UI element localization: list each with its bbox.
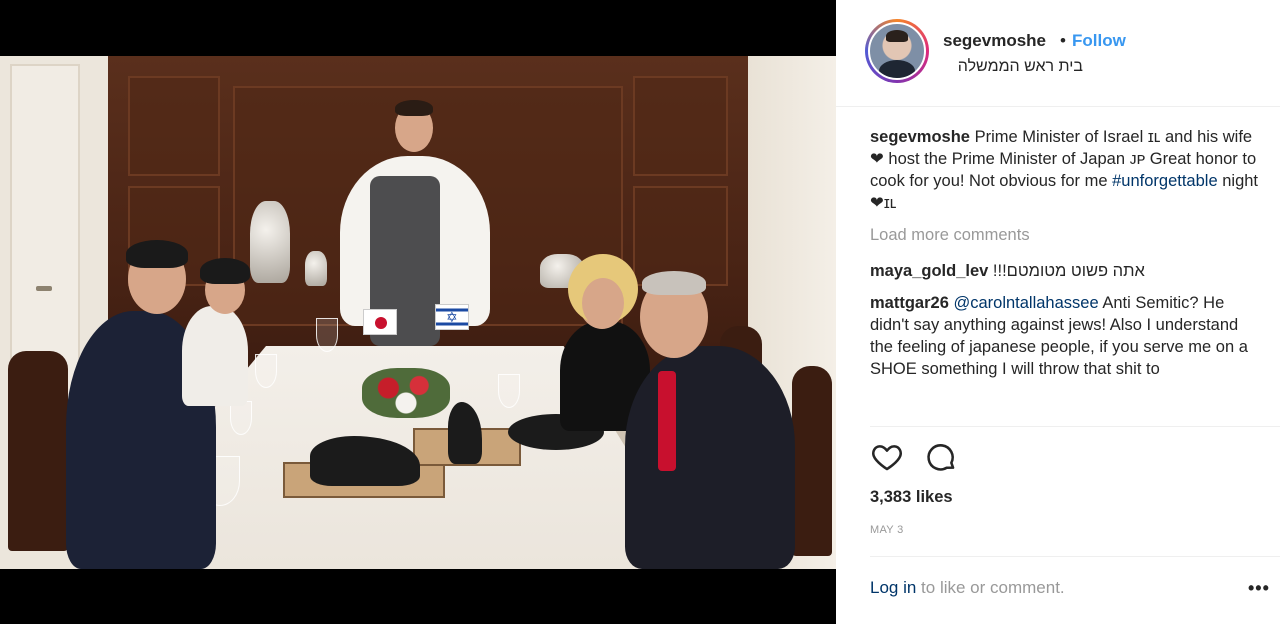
more-options-icon[interactable]: ••• bbox=[1248, 578, 1270, 599]
login-prompt-text: to like or comment. bbox=[916, 578, 1065, 597]
photo-silver-urn bbox=[250, 201, 290, 283]
caption-username[interactable]: segevmoshe bbox=[870, 128, 970, 146]
comment-bubble-icon[interactable] bbox=[924, 440, 958, 474]
comment-username[interactable]: maya_gold_lev bbox=[870, 262, 988, 280]
likes-count[interactable]: 3,383 likes bbox=[870, 488, 953, 507]
post-photo bbox=[0, 56, 836, 569]
hashtag-link[interactable]: #unforgettable bbox=[1112, 172, 1218, 190]
location-link[interactable]: בית ראש הממשלה bbox=[943, 58, 1083, 76]
comment-username[interactable]: mattgar26 bbox=[870, 294, 949, 312]
divider bbox=[870, 426, 1280, 427]
divider bbox=[870, 556, 1280, 557]
post-header: segevmoshe • Follow בית ראש הממשלה bbox=[836, 0, 1280, 107]
login-prompt: Log in to like or comment. bbox=[870, 578, 1065, 598]
avatar[interactable] bbox=[868, 22, 926, 80]
story-ring[interactable] bbox=[865, 19, 929, 83]
comment-item: mattgar26 @carolntallahassee Anti Semiti… bbox=[870, 292, 1260, 380]
post-date[interactable]: MAY 3 bbox=[870, 524, 904, 536]
heart-icon[interactable] bbox=[870, 440, 904, 474]
load-more-comments-button[interactable]: Load more comments bbox=[870, 224, 1260, 246]
post-media[interactable] bbox=[0, 0, 836, 624]
comments-list[interactable]: segevmoshe Prime Minister of Israel ɪʟ a… bbox=[870, 126, 1260, 426]
photo-japan-flag bbox=[363, 309, 397, 335]
follow-button[interactable]: Follow bbox=[1072, 31, 1126, 51]
post-side-panel: segevmoshe • Follow בית ראש הממשלה segev… bbox=[836, 0, 1280, 624]
photo-guest-right-man bbox=[625, 346, 795, 569]
separator-dot: • bbox=[1060, 31, 1066, 50]
photo-flowers bbox=[362, 368, 450, 418]
comment-item: maya_gold_lev אתה פשוט מטומטם!!! bbox=[870, 260, 1260, 282]
photo-israel-flag bbox=[435, 304, 469, 330]
username-link[interactable]: segevmoshe bbox=[943, 31, 1046, 51]
post-caption: segevmoshe Prime Minister of Israel ɪʟ a… bbox=[870, 126, 1260, 214]
mention-link[interactable]: @carolntallahassee bbox=[953, 294, 1098, 312]
comment-text: אתה פשוט מטומטם!!! bbox=[992, 262, 1145, 280]
login-link[interactable]: Log in bbox=[870, 578, 916, 597]
